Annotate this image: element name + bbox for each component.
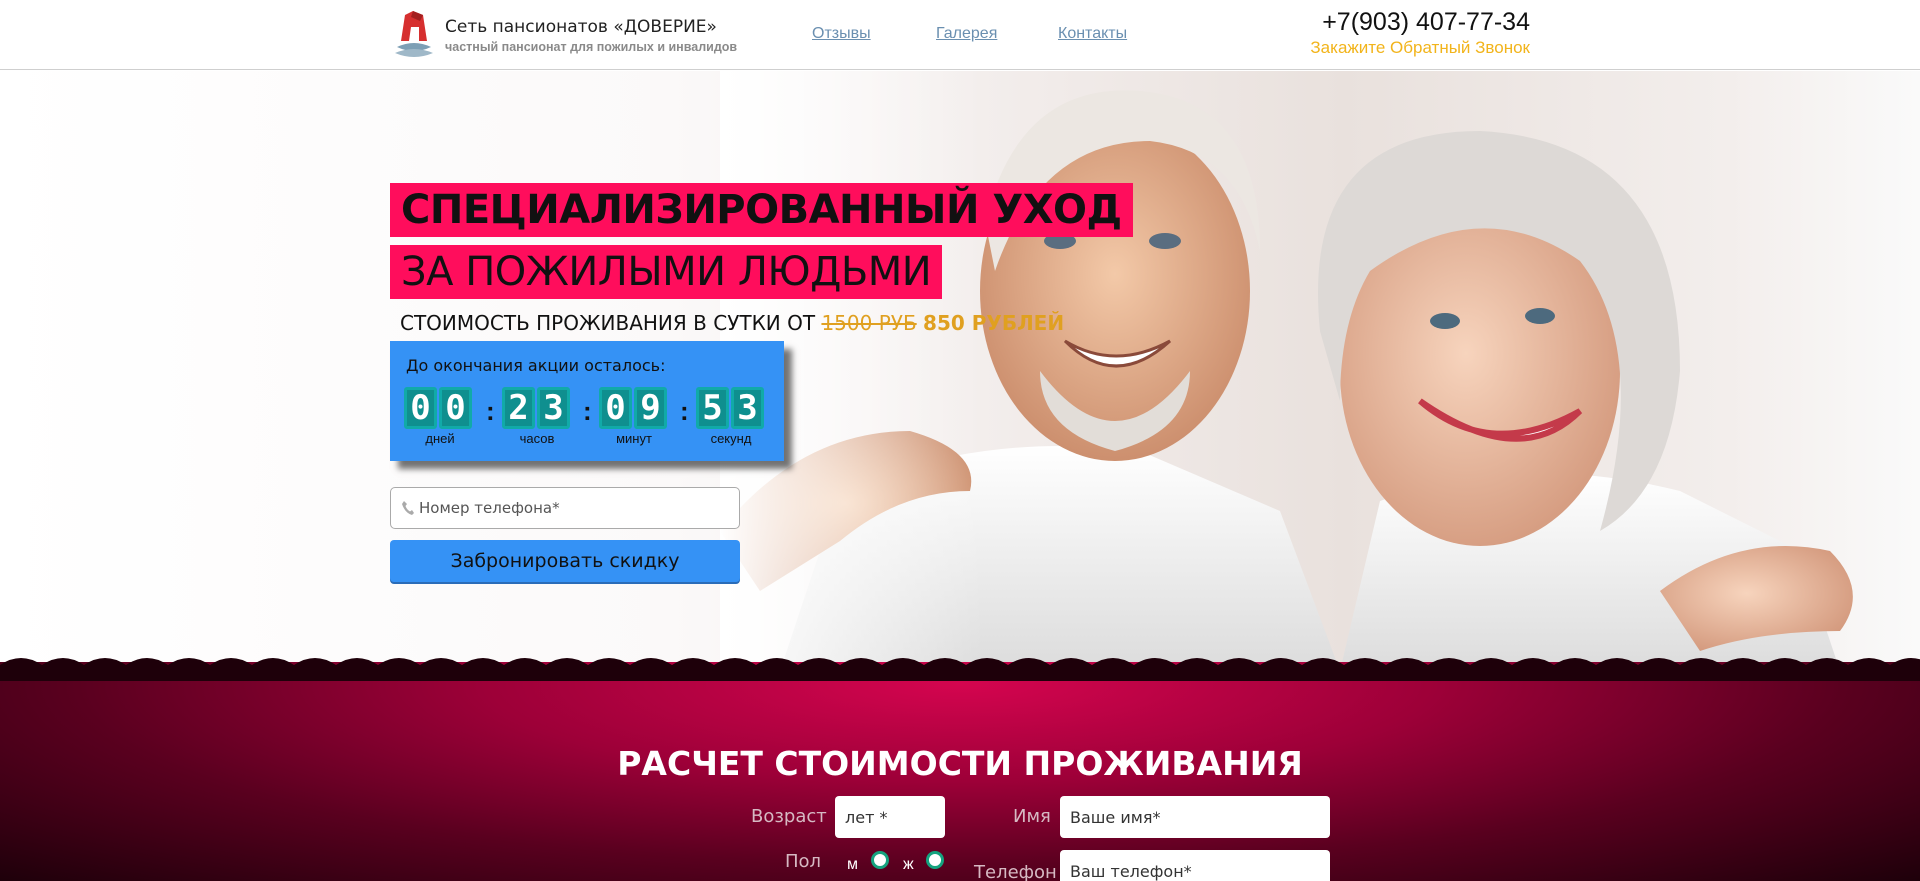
timer-digit-hours-1: 2: [502, 387, 535, 429]
timer-separator: :: [680, 396, 689, 426]
name-input[interactable]: [1060, 796, 1330, 838]
timer-digit-seconds-1: 5: [696, 387, 729, 429]
logo-icon[interactable]: [393, 9, 435, 59]
price-line: СТОИМОСТЬ ПРОЖИВАНИЯ В СУТКИ ОТ 1500 РУБ…: [400, 311, 1064, 335]
price-prefix: СТОИМОСТЬ ПРОЖИВАНИЯ В СУТКИ ОТ: [400, 311, 816, 335]
site-header: Сеть пансионатов «ДОВЕРИЕ» частный панси…: [0, 0, 1920, 70]
headline-line-1: СПЕЦИАЛИЗИРОВАННЫЙ УХОД: [390, 183, 1133, 237]
couple-photo: [720, 71, 1920, 671]
price-new: 850 РУБЛЕЙ: [923, 311, 1065, 335]
brand-subtitle: частный пансионат для пожилых и инвалидо…: [445, 40, 738, 54]
price-old: 1500 РУБ: [821, 311, 917, 335]
calc-phone-input[interactable]: [1060, 850, 1330, 881]
timer-label-days: дней: [425, 431, 455, 446]
phone-label: Телефон: [974, 862, 1057, 881]
brand-title: Сеть пансионатов «ДОВЕРИЕ»: [445, 17, 717, 37]
book-discount-button[interactable]: Забронировать скидку: [390, 540, 740, 582]
timer-label-hours: часов: [519, 431, 555, 446]
timer-title: До окончания акции осталось:: [406, 356, 666, 375]
phone-input[interactable]: [419, 488, 734, 528]
calc-title: РАСЧЕТ СТОИМОСТИ ПРОЖИВАНИЯ: [617, 744, 1303, 783]
sex-m-label: м: [847, 856, 858, 873]
timer-label-minutes: минут: [616, 431, 652, 446]
wave-divider: [0, 658, 1920, 681]
timer-label-seconds: секунд: [710, 431, 752, 446]
timer-separator: :: [583, 396, 592, 426]
age-label: Возраст: [751, 806, 827, 827]
phone-field[interactable]: [390, 487, 740, 529]
hero-section: СПЕЦИАЛИЗИРОВАННЫЙ УХОД ЗА ПОЖИЛЫМИ ЛЮДЬ…: [0, 71, 1920, 671]
timer-digit-minutes-2: 9: [634, 387, 667, 429]
timer-digit-days-2: 0: [439, 387, 472, 429]
timer-digit-hours-2: 3: [537, 387, 570, 429]
headline-line-2: ЗА ПОЖИЛЫМИ ЛЮДЬМИ: [390, 245, 943, 299]
sex-f-label: ж: [903, 856, 914, 873]
timer-digit-seconds-2: 3: [731, 387, 764, 429]
timer-digit-days-1: 0: [404, 387, 437, 429]
header-phone[interactable]: +7(903) 407-77-34: [1322, 8, 1530, 37]
nav-link-gallery[interactable]: Галерея: [936, 25, 997, 43]
sex-m-radio[interactable]: [871, 851, 889, 869]
timer-digit-minutes-1: 0: [599, 387, 632, 429]
timer-separator: :: [486, 396, 495, 426]
callback-link[interactable]: Закажите Обратный Звонок: [1310, 38, 1530, 58]
cost-calculator-section: РАСЧЕТ СТОИМОСТИ ПРОЖИВАНИЯ Возраст Имя …: [0, 662, 1920, 881]
countdown-timer: До окончания акции осталось: 0 0 : 2 3 :…: [390, 341, 784, 461]
sex-f-radio[interactable]: [926, 851, 944, 869]
nav-link-contacts[interactable]: Контакты: [1058, 25, 1127, 43]
name-label: Имя: [1013, 806, 1051, 827]
sex-label: Пол: [785, 851, 822, 872]
nav-link-reviews[interactable]: Отзывы: [812, 25, 871, 43]
age-input[interactable]: [835, 796, 945, 838]
phone-icon: [402, 501, 414, 515]
